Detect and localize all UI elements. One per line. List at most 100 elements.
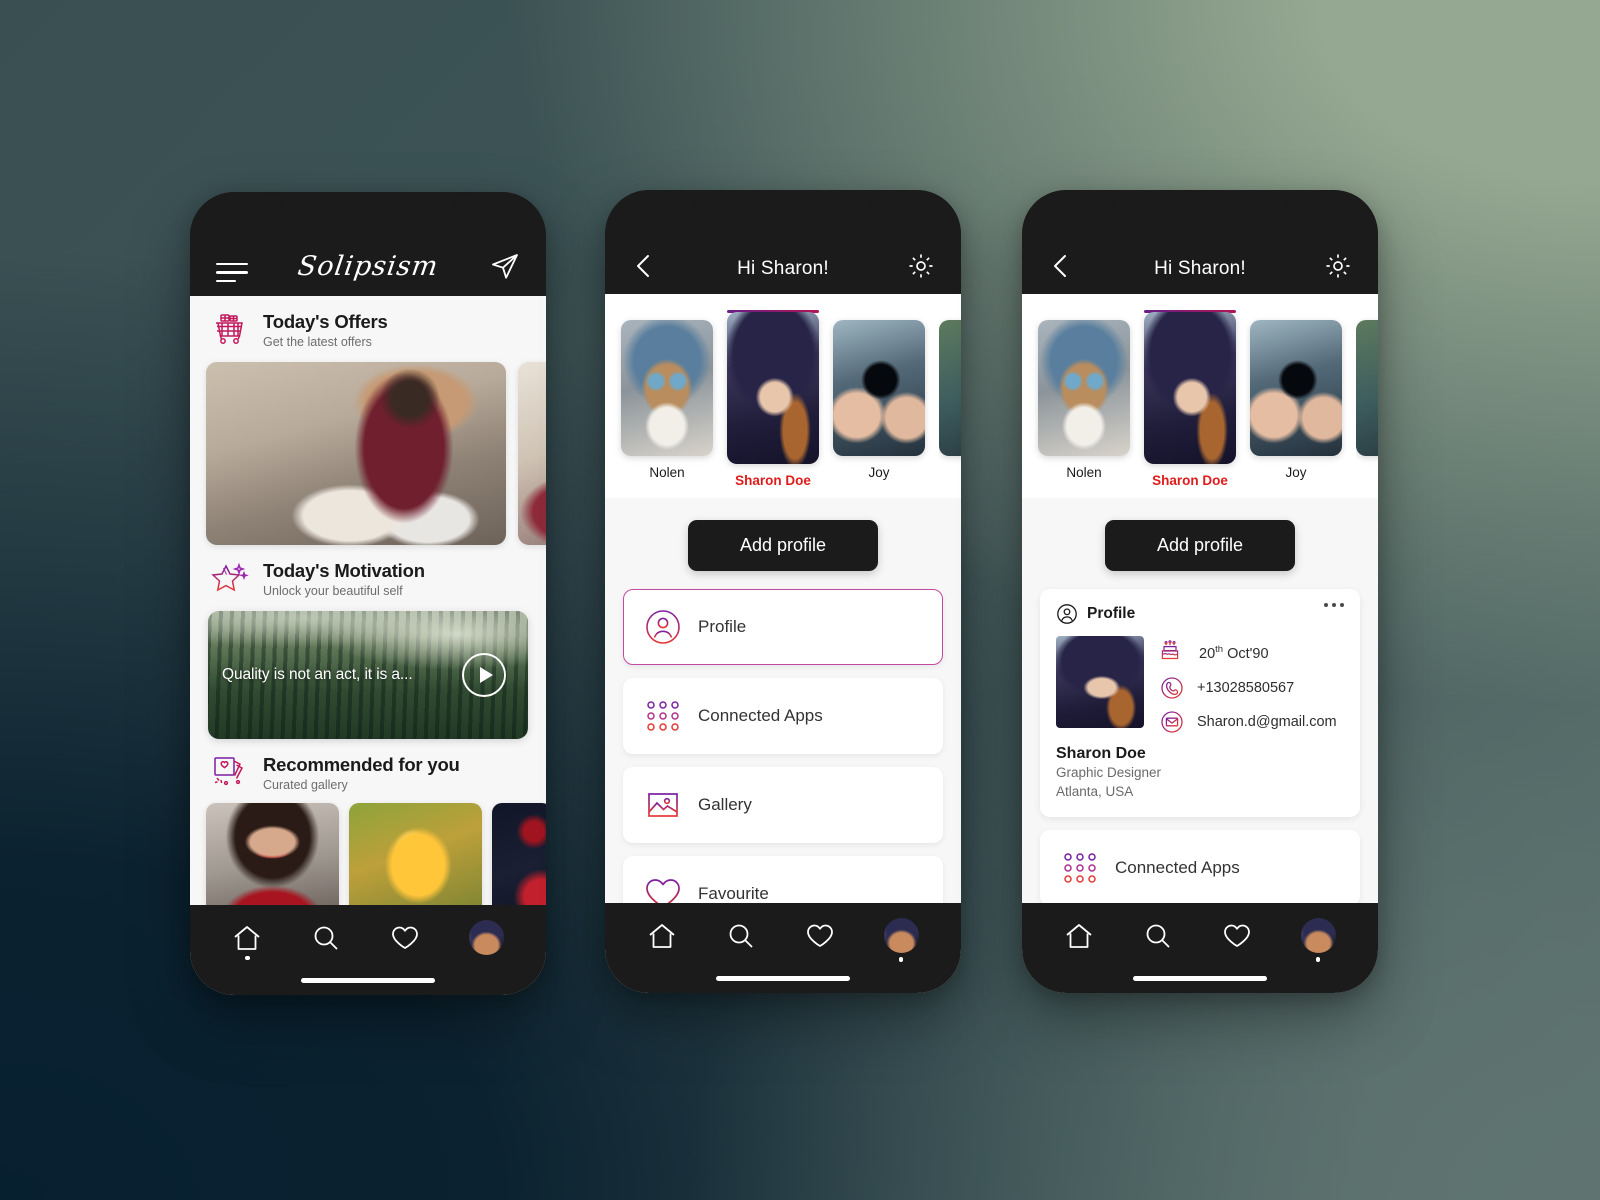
story-thumbnail[interactable] [727,312,819,464]
story-thumbnail[interactable] [1250,320,1342,456]
profile-card-body: 20th Oct'90 +13028580567 Sharon.d@gmail.… [1056,636,1344,734]
story-thumbnail[interactable] [939,320,961,456]
nav-dot-placeholder [403,956,408,961]
profile-role: Graphic Designer [1056,765,1162,780]
story-item-active[interactable]: Sharon Doe [727,310,819,488]
phone-notch [280,192,456,220]
nav-search[interactable] [311,924,341,961]
offers-carousel[interactable] [190,358,546,545]
chevron-left-icon[interactable] [631,252,657,280]
chevron-left-icon[interactable] [1048,252,1074,280]
offer-card[interactable] [518,362,546,545]
nav-home[interactable] [647,922,677,959]
story-item[interactable]: Nolen [621,310,713,480]
add-profile-wrap: Add profile [605,498,961,589]
profile-detail-card: Profile 20th Oct'90 +13028580567 Sharon.… [1040,589,1360,818]
nav-active-dot [898,957,904,962]
story-item-active[interactable]: Sharon Doe [1144,310,1236,488]
profile-location: Atlanta, USA [1056,784,1134,800]
profile-email-value: Sharon.d@gmail.com [1197,714,1337,730]
user-circle-icon [1056,603,1078,625]
gallery-image-icon [644,786,682,824]
apps-grid-icon [1061,849,1099,887]
add-profile-wrap: Add profile [1022,498,1378,589]
nav-favourites[interactable] [805,922,835,959]
nav-dot-placeholder [324,956,329,961]
section-title: Recommended for you [263,754,460,776]
menu-item-label: Favourite [698,884,769,903]
nav-dot-placeholder [818,954,823,959]
nav-profile[interactable] [468,920,504,964]
story-name: Sharon Doe [735,473,811,488]
menu-item-connected-apps[interactable]: Connected Apps [1040,830,1360,907]
story-item[interactable]: Joy [1250,310,1342,480]
video-quote: Quality is not an act, it is a... [222,666,413,683]
story-thumbnail[interactable] [621,320,713,456]
profile-menu-list: Connected Apps [1022,830,1378,907]
menu-item-profile[interactable]: Profile [623,589,943,665]
nav-favourites[interactable] [1222,922,1252,959]
section-title: Today's Motivation [263,560,425,582]
stories-carousel[interactable]: Nolen Sharon Doe Joy [1022,310,1378,488]
phone-menu: Nolen Sharon Doe Joy Add profile Profile… [605,190,961,993]
menu-item-connected-apps[interactable]: Connected Apps [623,678,943,754]
story-thumbnail[interactable] [1144,312,1236,464]
phone-mockups: Today's Offers Get the latest offers Tod… [0,0,1600,1200]
nav-active-dot [245,955,250,961]
gear-icon[interactable] [1324,252,1352,280]
menu-screen: Nolen Sharon Doe Joy Add profile Profile… [605,190,961,993]
home-body: Today's Offers Get the latest offers Tod… [190,296,546,995]
phone-notch [1112,190,1288,218]
nav-active-dot [1315,957,1321,962]
motivation-video-card[interactable]: Quality is not an act, it is a... [208,611,528,739]
story-thumbnail[interactable] [1356,320,1378,456]
menu-item-label: Profile [698,617,747,636]
profile-phone-row: +13028580567 [1160,676,1337,700]
story-name: Nolen [1066,465,1102,480]
more-horizontal-icon[interactable] [1324,603,1344,607]
play-icon[interactable] [462,653,506,697]
nav-favourites[interactable] [390,924,420,961]
hamburger-icon[interactable] [216,262,248,282]
nav-home[interactable] [232,924,262,961]
profile-body: Nolen Sharon Doe Joy Add profile Profile… [1022,294,1378,993]
user-circle-icon [644,608,682,646]
stories-carousel[interactable]: Nolen Sharon Doe Joy [605,310,961,488]
page-title: Hi Sharon! [737,258,829,279]
profile-email-row: Sharon.d@gmail.com [1160,710,1337,734]
menu-item-label: Gallery [698,795,752,814]
phone-icon [1160,676,1184,700]
send-icon[interactable] [490,252,520,282]
gear-icon[interactable] [907,252,935,280]
nav-profile[interactable] [1300,918,1336,962]
nav-search[interactable] [1143,922,1173,959]
nav-home[interactable] [1064,922,1094,959]
star-sparkle-icon [210,559,250,599]
story-item[interactable]: Nolen [1038,310,1130,480]
story-thumbnail[interactable] [833,320,925,456]
story-name: Nolen [649,465,685,480]
apps-grid-icon [644,697,682,735]
story-item[interactable] [1356,310,1378,465]
section-recommended-header: Recommended for you Curated gallery [190,739,546,801]
story-active-bar [833,310,925,313]
menu-item-gallery[interactable]: Gallery [623,767,943,843]
nav-dot-placeholder [739,954,744,959]
add-profile-button[interactable]: Add profile [1104,520,1296,571]
story-active-bar [939,310,961,313]
profile-avatar-icon [1300,918,1336,954]
page-title: Hi Sharon! [1154,258,1246,279]
add-profile-button[interactable]: Add profile [687,520,879,571]
profile-screen: Nolen Sharon Doe Joy Add profile Profile… [1022,190,1378,993]
profile-phone-value: +13028580567 [1197,680,1295,696]
offer-card[interactable] [206,362,506,545]
story-item[interactable]: Joy [833,310,925,480]
nav-dot-placeholder [484,959,489,964]
story-thumbnail[interactable] [1038,320,1130,456]
nav-dot-placeholder [1235,954,1240,959]
story-item[interactable] [939,310,961,465]
section-offers-header: Today's Offers Get the latest offers [190,296,546,358]
nav-search[interactable] [726,922,756,959]
nav-profile[interactable] [883,918,919,962]
profile-card-title: Profile [1087,605,1136,622]
